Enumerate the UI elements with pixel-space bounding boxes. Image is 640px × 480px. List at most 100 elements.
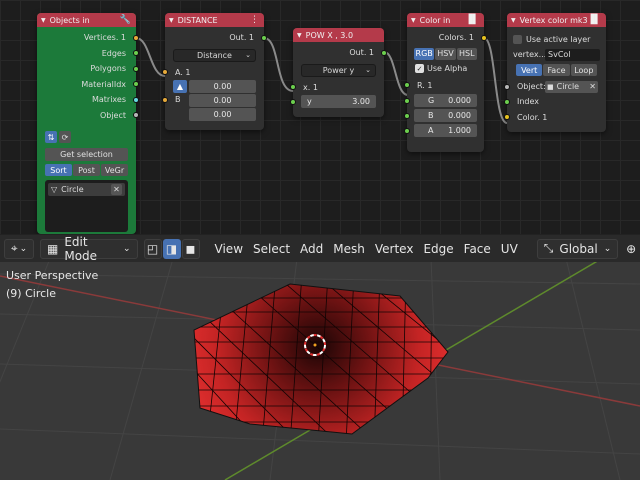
face-button[interactable]: Face [543, 64, 570, 76]
socket-label: B [175, 95, 181, 104]
socket-index[interactable] [504, 98, 510, 105]
socket-a[interactable] [404, 127, 410, 134]
editor-type-dropdown[interactable]: ⌖ ⌄ [4, 238, 34, 259]
socket-color[interactable] [504, 114, 510, 121]
menu-vertex[interactable]: Vertex [370, 239, 419, 259]
socket-vertices[interactable] [133, 34, 139, 41]
input-b: B [162, 93, 187, 106]
y-value-field[interactable]: y 3.00 [290, 95, 376, 108]
node-pow[interactable]: ▼ POW X , 3.0 Out. 1 Power y ⌄ x. 1 y 3.… [290, 28, 387, 117]
a-field[interactable]: A 1.000 [404, 124, 477, 137]
socket-r[interactable] [404, 82, 410, 89]
socket-y[interactable] [290, 98, 296, 105]
socket-b[interactable] [162, 96, 168, 103]
node-objects-in[interactable]: ▼ Objects in 🔧 Vertices. 1 Edges Polygon… [37, 13, 139, 234]
socket-out[interactable] [381, 49, 387, 56]
menu-select[interactable]: Select [248, 239, 295, 259]
field-value: 0.000 [448, 96, 471, 105]
socket-label: Vertices. 1 [83, 33, 126, 43]
collapse-icon[interactable]: ▼ [411, 17, 416, 24]
post-button[interactable]: Post [73, 164, 100, 176]
socket-x[interactable] [290, 84, 296, 91]
vector-z-field[interactable]: 0.00 [189, 108, 256, 121]
object-list[interactable]: ▽ Circle ✕ [45, 180, 128, 232]
pow-mode-dropdown[interactable]: Power y ⌄ [301, 63, 376, 77]
menu-edge[interactable]: Edge [418, 239, 458, 259]
collapse-icon[interactable]: ▼ [41, 17, 46, 24]
node-header[interactable]: ▼ Color in ▐▌ [407, 13, 484, 27]
menu-uv[interactable]: UV [496, 239, 523, 259]
menu-mesh[interactable]: Mesh [328, 239, 370, 259]
clear-icon[interactable]: ✕ [589, 82, 596, 91]
orientation-dropdown[interactable]: ⤡ Global ⌄ [536, 238, 619, 259]
socket-label: Object: [517, 82, 546, 91]
node-header[interactable]: ▼ DISTANCE ⋮ [165, 13, 264, 27]
field-label: vertex... [513, 50, 547, 59]
3d-viewport[interactable]: User Perspective (9) Circle [0, 234, 640, 480]
collapse-icon[interactable]: ▼ [169, 17, 174, 24]
node-header[interactable]: ▼ Objects in 🔧 [37, 13, 136, 27]
socket-out[interactable] [261, 34, 267, 41]
node-header[interactable]: ▼ POW X , 3.0 [293, 28, 384, 42]
collapse-icon[interactable]: ▼ [511, 17, 516, 24]
input-object: Object: ■ Circle ✕ [504, 79, 606, 94]
object-picker[interactable]: ■ Circle ✕ [545, 80, 598, 93]
vertex-select-icon[interactable]: ◰ [143, 238, 162, 259]
loop-button[interactable]: Loop [570, 64, 597, 76]
vector-y-field[interactable]: 0.00 [189, 94, 256, 107]
g-field[interactable]: G 0.000 [404, 94, 477, 107]
wrench-icon: 🔧 [119, 15, 131, 25]
b-field[interactable]: B 0.000 [404, 109, 477, 122]
editor-type-icon: ⌖ [10, 241, 18, 255]
socket-b[interactable] [404, 112, 410, 119]
vert-button[interactable]: Vert [516, 64, 543, 76]
socket-colors[interactable] [481, 34, 487, 41]
distance-mode-dropdown[interactable]: Distance ⌄ [173, 48, 256, 62]
field-label: B [428, 111, 434, 120]
socket-label: Matrixes [91, 95, 126, 105]
pivot-icon[interactable]: ⊕ [622, 239, 640, 259]
expand-icon[interactable]: ▲ [173, 80, 187, 93]
output-materialidx: MaterialIdx [37, 77, 139, 93]
edit-mode-icon: ▦ [47, 241, 59, 256]
use-active-layer-checkbox[interactable] [513, 34, 522, 44]
get-selection-button[interactable]: Get selection [45, 148, 128, 161]
node-header[interactable]: ▼ Vertex color mk3 ▐▌ [507, 13, 606, 27]
menu-add[interactable]: Add [295, 239, 328, 259]
sort-button[interactable]: Sort [45, 164, 72, 176]
menu-view[interactable]: View [210, 239, 248, 259]
sort-icon[interactable]: ⇅ [45, 131, 57, 143]
socket-object[interactable] [504, 83, 510, 90]
socket-polygons[interactable] [133, 65, 139, 72]
menu-face[interactable]: Face [459, 239, 496, 259]
mode-dropdown[interactable]: ▦ Edit Mode ⌄ [40, 235, 138, 263]
hsl-button[interactable]: HSL [456, 47, 477, 60]
object-name: Circle [61, 185, 84, 194]
face-select-icon[interactable]: ◼ [181, 238, 200, 259]
dropdown-value: Distance [197, 50, 232, 60]
rgb-button[interactable]: RGB [414, 47, 435, 60]
node-distance[interactable]: ▼ DISTANCE ⋮ Out. 1 Distance ⌄ A. 1 ▲ B … [162, 13, 267, 130]
list-item[interactable]: ▽ Circle ✕ [48, 183, 125, 196]
socket-matrixes[interactable] [133, 96, 139, 103]
hsv-button[interactable]: HSV [435, 47, 456, 60]
socket-g[interactable] [404, 97, 410, 104]
refresh-icon[interactable]: ⟳ [59, 131, 71, 143]
menu-dots-icon[interactable]: ⋮ [250, 15, 259, 25]
input-color: Color. 1 [504, 110, 606, 126]
perspective-label: User Perspective [6, 269, 99, 282]
vertex-layer-input[interactable]: SvCol [545, 48, 600, 61]
node-color-in[interactable]: ▼ Color in ▐▌ Colors. 1 RGB HSV HSL ✓ Us… [404, 13, 487, 152]
remove-icon[interactable]: ✕ [111, 184, 122, 195]
edge-select-icon[interactable]: ◨ [162, 238, 181, 259]
socket-a[interactable] [162, 69, 168, 76]
socket-label: Out. 1 [349, 48, 374, 58]
node-title: Objects in [49, 15, 90, 25]
output-colors: Colors. 1 [407, 30, 487, 46]
node-vertex-color[interactable]: ▼ Vertex color mk3 ▐▌ Use active layer v… [504, 13, 606, 132]
vegr-button[interactable]: VeGr [101, 164, 128, 176]
collapse-icon[interactable]: ▼ [297, 32, 302, 39]
vector-x-field[interactable]: 0.00 [189, 80, 256, 93]
node-editor[interactable]: ▼ Objects in 🔧 Vertices. 1 Edges Polygon… [0, 0, 640, 234]
use-alpha-checkbox[interactable]: ✓ [415, 64, 424, 73]
